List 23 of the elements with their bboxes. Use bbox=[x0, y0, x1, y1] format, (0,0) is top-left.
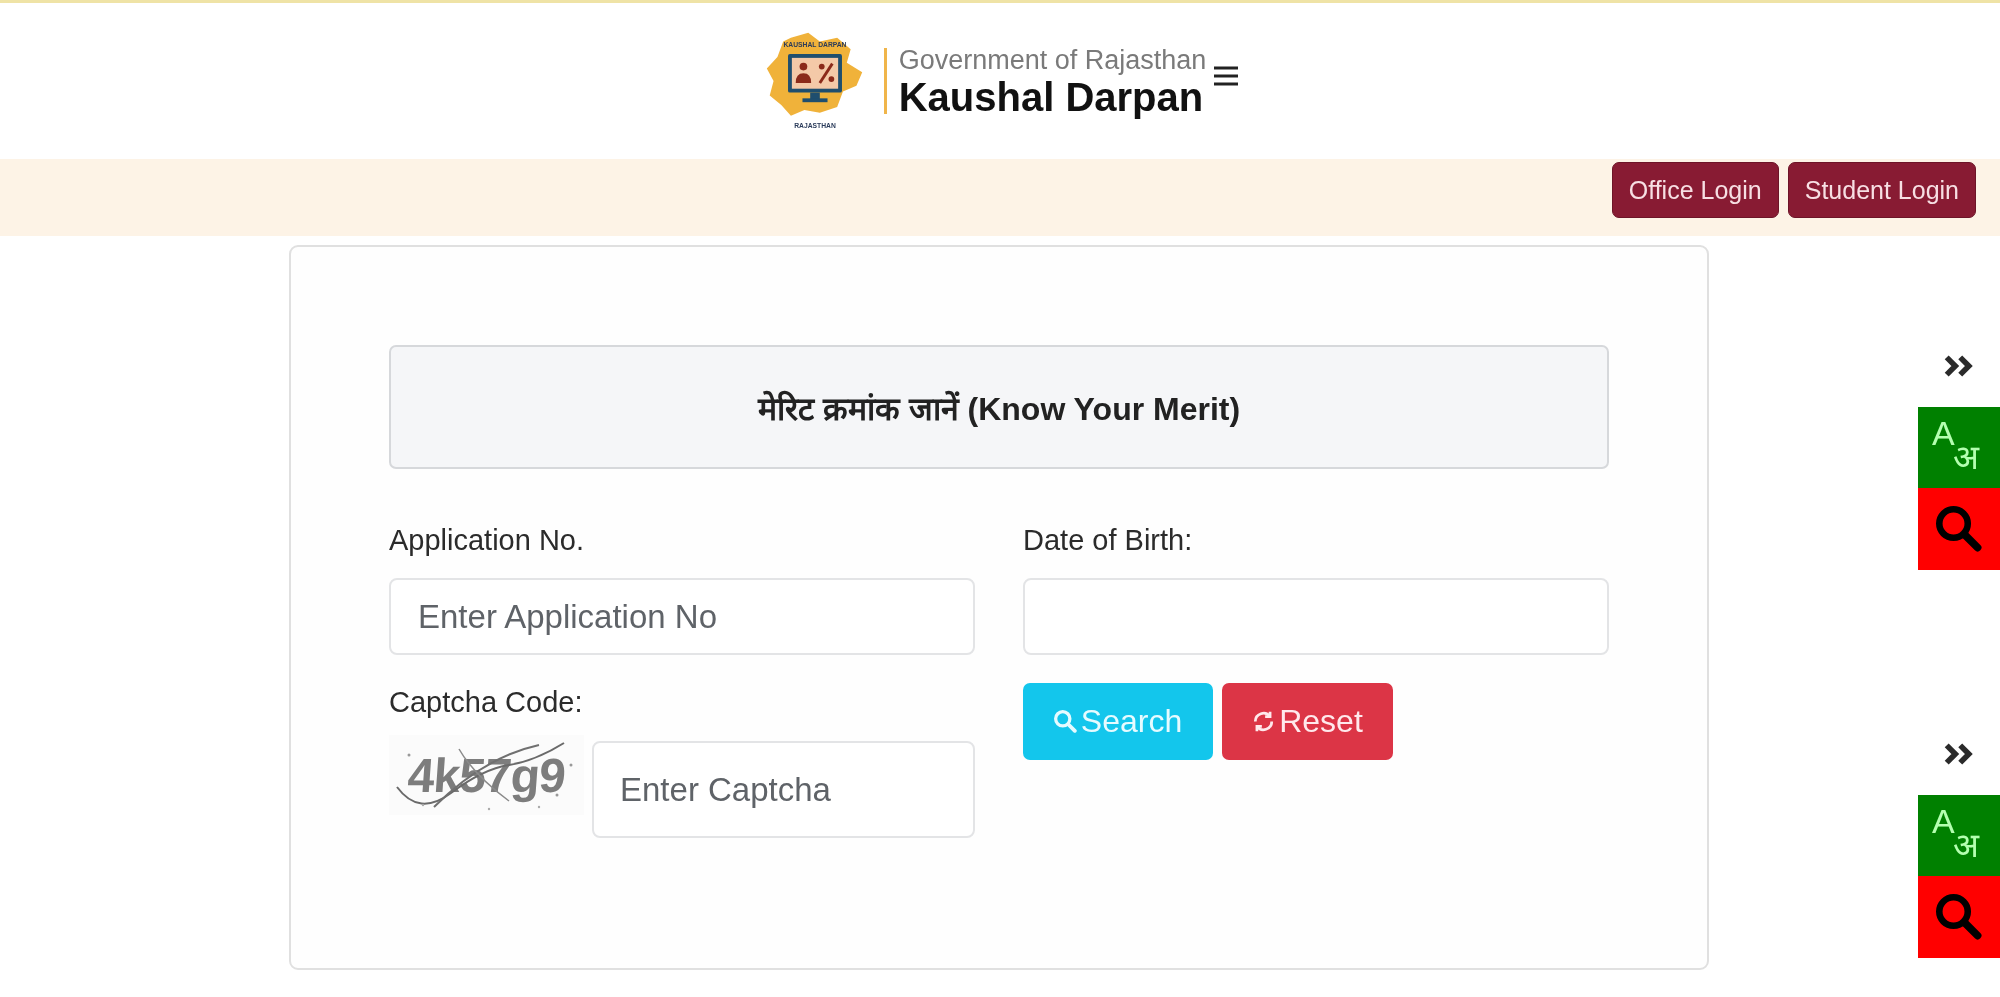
search-icon bbox=[1936, 506, 1982, 552]
login-button[interactable]: Office Login bbox=[1611, 162, 1779, 218]
search-icon bbox=[1936, 894, 1982, 940]
field-label: Date of Birth: bbox=[1023, 524, 1193, 556]
menu-icon[interactable] bbox=[1214, 66, 1239, 86]
search-button[interactable] bbox=[1918, 876, 2000, 958]
language-toggle-button[interactable]: A अ bbox=[1918, 407, 2000, 488]
form-heading: मेरिट क्रमांक जानें (Know Your Merit) bbox=[389, 345, 1609, 469]
date-of-birth-field[interactable] bbox=[1023, 578, 1609, 655]
double-chevron-icon[interactable] bbox=[1943, 353, 1975, 379]
reset-button[interactable]: Reset bbox=[1222, 683, 1393, 760]
login-button[interactable]: Student Login bbox=[1787, 162, 1976, 218]
site-subtitle: Government of Rajasthan bbox=[898, 44, 1207, 76]
refresh-icon bbox=[1252, 710, 1276, 733]
field-label: Application No. bbox=[389, 524, 585, 556]
field-label: Captcha Code: bbox=[389, 686, 583, 718]
double-chevron-icon[interactable] bbox=[1943, 741, 1975, 767]
site-title: Kaushal Darpan bbox=[898, 75, 1204, 118]
search-icon bbox=[1053, 710, 1077, 733]
application-number-field[interactable]: Enter Application No bbox=[389, 578, 975, 655]
captcha-field[interactable]: Enter Captcha bbox=[592, 741, 975, 838]
search-button[interactable] bbox=[1918, 488, 2000, 570]
language-toggle-button[interactable]: A अ bbox=[1918, 795, 2000, 876]
